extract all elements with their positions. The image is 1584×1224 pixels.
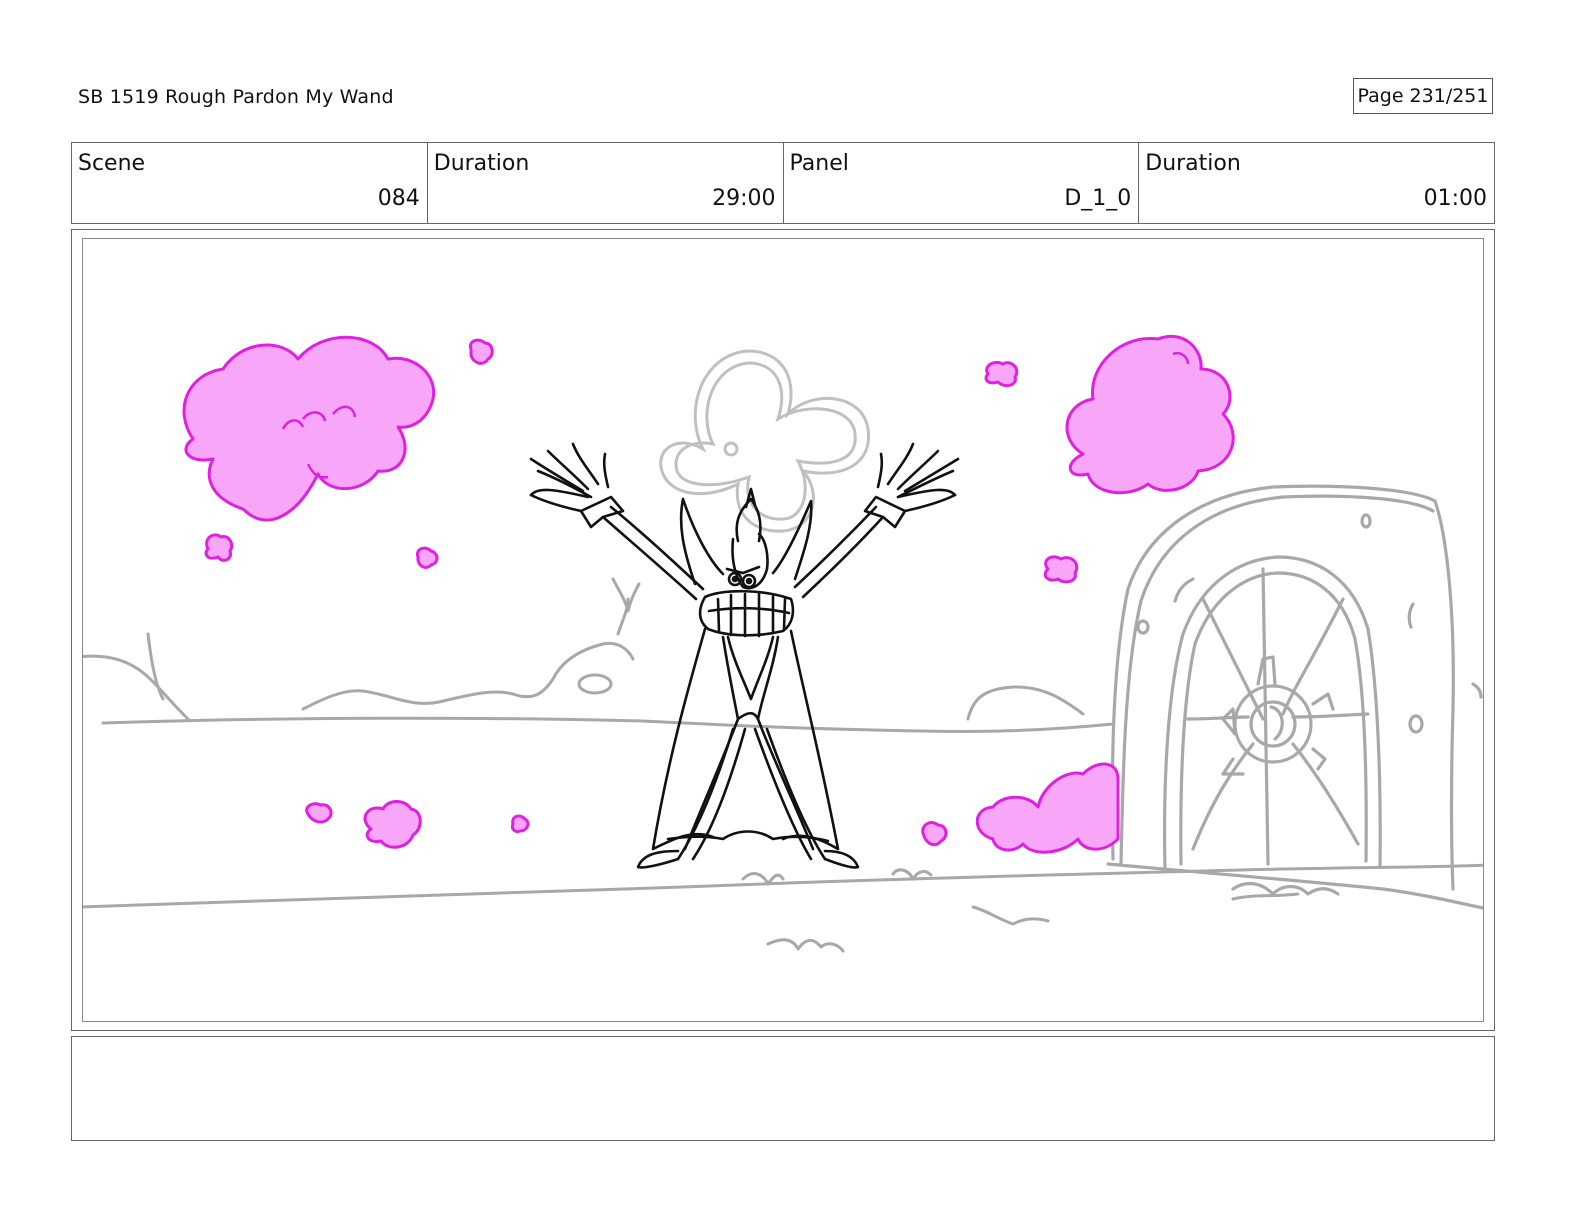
storyboard-panel-frame <box>71 229 1495 1031</box>
panel-value: D_1_0 <box>1064 186 1132 211</box>
pink-cloud-bottom-right <box>975 762 1120 854</box>
pink-puff-1 <box>204 533 234 562</box>
panel-notes-box <box>71 1036 1495 1141</box>
pink-puff-6 <box>305 802 333 824</box>
pink-puff-7 <box>511 814 530 833</box>
panel-duration-value: 01:00 <box>1423 186 1487 211</box>
pink-puff-3 <box>415 546 439 569</box>
gray-smoke-swirl <box>659 349 871 533</box>
pink-puff-4 <box>984 360 1019 388</box>
caped-character <box>529 442 960 869</box>
storyboard-title: SB 1519 Rough Pardon My Wand <box>78 86 394 108</box>
arched-door-sketch <box>1106 484 1483 910</box>
storyboard-drawing <box>82 238 1484 1022</box>
pink-puff-8 <box>921 821 948 847</box>
scene-cell: Scene 084 <box>72 143 428 223</box>
panel-duration-cell: Duration 01:00 <box>1139 143 1494 223</box>
pink-puff-2 <box>468 338 494 365</box>
pink-cloud-large-right <box>1065 334 1235 495</box>
pink-cloud-large-left <box>182 335 436 522</box>
panel-info-table: Scene 084 Duration 29:00 Panel D_1_0 Dur… <box>71 142 1495 224</box>
panel-label: Panel <box>789 151 849 176</box>
panel-cell: Panel D_1_0 <box>784 143 1140 223</box>
scene-duration-value: 29:00 <box>712 186 776 211</box>
scene-label: Scene <box>78 151 146 176</box>
pink-puff-5 <box>1043 555 1079 584</box>
scene-duration-cell: Duration 29:00 <box>428 143 784 223</box>
page-number: Page 231/251 <box>1353 78 1493 114</box>
scene-duration-label: Duration <box>433 151 530 176</box>
sketch-canvas <box>83 334 1483 953</box>
panel-duration-label: Duration <box>1145 151 1241 176</box>
scene-value: 084 <box>377 186 420 211</box>
pink-cloud-bottom-left <box>363 800 422 849</box>
